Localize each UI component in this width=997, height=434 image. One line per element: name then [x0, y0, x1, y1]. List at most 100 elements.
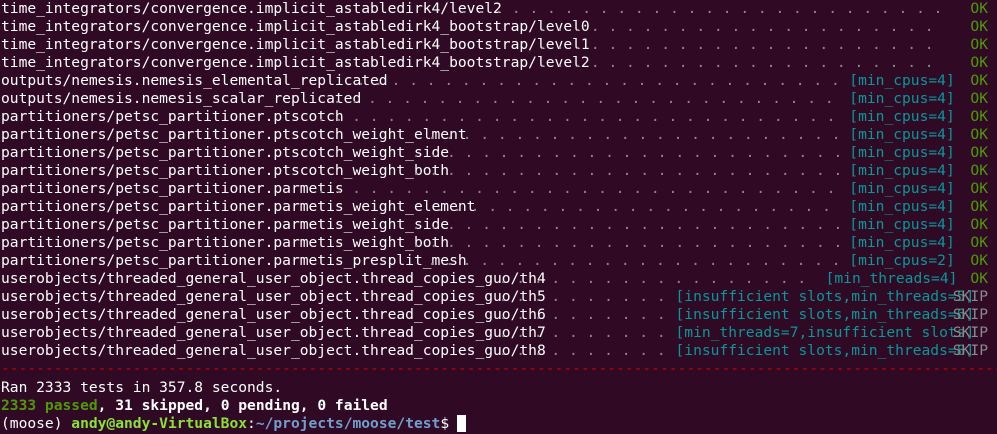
dot-leader: . . . . . . . . . . . . . . . . . . . . … [411, 144, 842, 161]
test-caveat: [min_cpus=4] [849, 180, 955, 197]
shell-prompt[interactable]: (moose) andy@andy-VirtualBox:~/projects/… [0, 415, 997, 433]
separator-line: ----------------------------------------… [1, 360, 997, 377]
test-status: OK [970, 180, 988, 197]
test-status: OK [970, 252, 988, 269]
test-name: partitioners/petsc_partitioner.parmetis_… [1, 198, 476, 215]
test-name: partitioners/petsc_partitioner.parmetis_… [1, 252, 467, 269]
test-result-row: time_integrators/convergence.implicit_as… [0, 36, 997, 54]
dot-leader: . . . . . . . . . . . . . . . . . . . . … [411, 216, 842, 233]
test-status: OK [970, 162, 988, 179]
summary-counts-line: 2333 passed, 31 skipped, 0 pending, 0 fa… [1, 397, 388, 414]
test-result-row: partitioners/petsc_partitioner.parmetis_… [0, 198, 997, 216]
prompt-path: ~/projects/moose/test [255, 415, 441, 432]
failed-count: 0 failed [317, 397, 388, 414]
test-caveat: [min_cpus=2] [849, 252, 955, 269]
test-caveat: [min_threads=4] [825, 270, 958, 287]
test-result-row: userobjects/threaded_general_user_object… [0, 324, 997, 342]
test-status: SKIP [952, 288, 988, 305]
test-name: userobjects/threaded_general_user_object… [1, 324, 546, 341]
test-result-row: userobjects/threaded_general_user_object… [0, 306, 997, 324]
test-caveat: [insufficient slots,min_threads=6] [675, 306, 975, 323]
test-name: time_integrators/convergence.implicit_as… [1, 18, 590, 35]
test-name: time_integrators/convergence.implicit_as… [1, 36, 590, 53]
dot-leader: . . . . . . . . . . . . . . . . . . . . … [538, 18, 944, 35]
test-caveat: [min_cpus=4] [849, 144, 955, 161]
pending-count: 0 pending [220, 397, 300, 414]
test-status: SKIP [952, 324, 988, 341]
dot-leader: . . . . . . . . . . . . . [498, 342, 668, 359]
test-caveat: [min_cpus=4] [849, 234, 955, 251]
test-name: partitioners/petsc_partitioner.parmetis_… [1, 216, 450, 233]
dot-leader: . . . . . . . . . . . . . . . . . . . . … [427, 252, 842, 269]
dot-leader: . . . . . . . . . . . . . . . . . . . . … [538, 36, 944, 53]
test-name: partitioners/petsc_partitioner.ptscotch_… [1, 162, 450, 179]
test-caveat: [min_threads=7,insufficient slots] [675, 324, 975, 341]
dot-leader: . . . . . . . . . . . . . . . . . . . . … [332, 90, 842, 107]
test-caveat: [min_cpus=4] [849, 216, 955, 233]
ran-text: Ran 2333 tests in 357.8 seconds. [1, 379, 283, 396]
test-name: partitioners/petsc_partitioner.ptscotch [1, 108, 344, 125]
test-status: OK [970, 198, 988, 215]
prompt-env: (moose) [1, 415, 72, 432]
terminal-window[interactable]: time_integrators/convergence.implicit_as… [0, 0, 997, 434]
test-caveat: [min_cpus=4] [849, 72, 955, 89]
test-name: userobjects/threaded_general_user_object… [1, 270, 546, 287]
test-result-row: partitioners/petsc_partitioner.ptscotch.… [0, 108, 997, 126]
test-result-row: partitioners/petsc_partitioner.parmetis_… [0, 252, 997, 270]
test-result-row: partitioners/petsc_partitioner.parmetis_… [0, 216, 997, 234]
test-name: time_integrators/convergence.implicit_as… [1, 54, 590, 71]
test-result-row: outputs/nemesis.nemesis_scalar_replicate… [0, 90, 997, 108]
test-name: partitioners/petsc_partitioner.ptscotch_… [1, 144, 450, 161]
test-status: OK [970, 18, 988, 35]
test-status: SKIP [952, 342, 988, 359]
prompt-user-host: andy@andy-VirtualBox [71, 415, 248, 432]
test-caveat: [min_cpus=4] [849, 126, 955, 143]
test-name: time_integrators/convergence.implicit_as… [1, 0, 502, 17]
test-result-row: time_integrators/convergence.implicit_as… [0, 0, 997, 18]
test-result-row: userobjects/threaded_general_user_object… [0, 342, 997, 360]
dot-leader: . . . . . . . . . . . . . [498, 324, 668, 341]
test-result-row: userobjects/threaded_general_user_object… [0, 288, 997, 306]
test-result-row: userobjects/threaded_general_user_object… [0, 270, 997, 288]
test-caveat: [min_cpus=4] [849, 198, 955, 215]
dot-leader: . . . . . . . . . . . . . . . . . . . . … [427, 126, 842, 143]
test-status: OK [970, 0, 988, 17]
test-name: partitioners/petsc_partitioner.parmetis_… [1, 234, 450, 251]
test-result-row: outputs/nemesis.nemesis_elemental_replic… [0, 72, 997, 90]
dot-leader: . . . . . . . . . . . . . . . . . . . . … [411, 162, 842, 179]
text-cursor[interactable] [457, 415, 467, 432]
dot-leader: . . . . . . . . . . . . . [498, 306, 668, 323]
dot-leader: . . . . . . . . . . . . . [498, 288, 668, 305]
dot-leader: . . . . . . . . . . . . . . . . . . . . … [317, 108, 841, 125]
test-result-row: time_integrators/convergence.implicit_as… [0, 54, 997, 72]
test-status: OK [970, 90, 988, 107]
dot-leader: . . . . . . . . . . . . . . . . . . . . … [459, 0, 944, 17]
test-status: OK [970, 54, 988, 71]
test-result-row: partitioners/petsc_partitioner.parmetis.… [0, 180, 997, 198]
skipped-count: 31 skipped [115, 397, 204, 414]
test-caveat: [insufficient slots,min_threads=5] [675, 288, 975, 305]
test-status: OK [970, 108, 988, 125]
test-name: userobjects/threaded_general_user_object… [1, 306, 546, 323]
test-name: outputs/nemesis.nemesis_elemental_replic… [1, 72, 388, 89]
dot-leader: . . . . . . . . . . . . . . . . . . . . … [498, 270, 818, 287]
test-name: userobjects/threaded_general_user_object… [1, 342, 546, 359]
summary-ran-line: Ran 2333 tests in 357.8 seconds. [0, 379, 997, 397]
test-status: OK [970, 72, 988, 89]
test-caveat: [insufficient slots,min_threads=8] [675, 342, 975, 359]
dot-leader: . . . . . . . . . . . . . . . . . . . . … [317, 180, 841, 197]
test-name: partitioners/petsc_partitioner.ptscotch_… [1, 126, 467, 143]
test-caveat: [min_cpus=4] [849, 108, 955, 125]
test-result-row: partitioners/petsc_partitioner.ptscotch_… [0, 126, 997, 144]
test-caveat: [min_cpus=4] [849, 90, 955, 107]
test-result-row: partitioners/petsc_partitioner.ptscotch_… [0, 144, 997, 162]
dot-leader: . . . . . . . . . . . . . . . . . . . . … [435, 198, 842, 215]
test-status: OK [970, 216, 988, 233]
test-result-row: time_integrators/convergence.implicit_as… [0, 18, 997, 36]
passed-count: 2333 passed [1, 397, 98, 414]
test-result-row: partitioners/petsc_partitioner.ptscotch_… [0, 162, 997, 180]
test-status: OK [970, 36, 988, 53]
dot-leader: . . . . . . . . . . . . . . . . . . . . … [538, 54, 944, 71]
test-status: SKIP [952, 306, 988, 323]
dot-leader: . . . . . . . . . . . . . . . . . . . . … [411, 234, 842, 251]
